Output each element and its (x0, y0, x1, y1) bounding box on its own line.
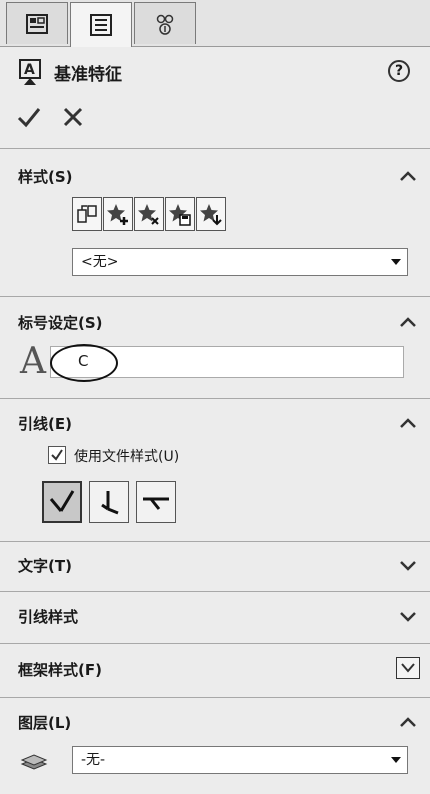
layers-icon (20, 754, 48, 770)
divider (0, 697, 430, 698)
leader-vertical-button[interactable] (89, 481, 129, 523)
leader-perpendicular-button[interactable] (42, 481, 82, 523)
datum-feature-icon: A (19, 59, 41, 85)
style-select-value: <无> (81, 254, 119, 270)
property-list-icon (90, 14, 112, 36)
layer-select-value: -无- (81, 752, 106, 768)
chevron-down-icon[interactable] (398, 558, 418, 572)
chevron-up-icon[interactable] (398, 416, 418, 430)
help-icon[interactable]: ? (388, 60, 410, 82)
save-style-button[interactable] (165, 197, 195, 231)
use-document-style-label: 使用文件样式(U) (74, 449, 180, 465)
load-style-button[interactable] (196, 197, 226, 231)
star-add-icon (107, 204, 128, 225)
tab-property-manager[interactable] (70, 2, 132, 47)
chevron-up-icon[interactable] (398, 315, 418, 329)
divider (0, 148, 430, 149)
divider (0, 398, 430, 399)
star-load-icon (200, 204, 222, 226)
tab-feature-manager[interactable] (6, 2, 68, 44)
divider (0, 643, 430, 644)
divider (0, 541, 430, 542)
dropdown-arrow-icon (391, 259, 401, 265)
leader-horizontal-icon (143, 497, 169, 510)
chevron-up-icon[interactable] (398, 169, 418, 183)
leader-angled-icon (49, 490, 75, 512)
style-select[interactable]: <无> (72, 248, 408, 276)
label-font-icon: A (20, 341, 46, 382)
divider (0, 296, 430, 297)
style-toolbar (72, 197, 227, 233)
dropdown-arrow-icon (391, 757, 401, 763)
update-style-icon (77, 205, 97, 223)
configuration-icon (156, 14, 174, 35)
svg-text:A: A (24, 62, 35, 78)
star-save-icon (169, 204, 191, 226)
add-style-button[interactable] (103, 197, 133, 231)
chevron-down-icon (401, 663, 415, 673)
chevron-down-icon[interactable] (398, 609, 418, 623)
tab-configuration-manager[interactable] (134, 2, 196, 44)
delete-style-button[interactable] (134, 197, 164, 231)
section-title-leader: 引线(E) (18, 415, 72, 433)
leader-horizontal-button[interactable] (136, 481, 176, 523)
panel-tab-bar (0, 0, 430, 47)
section-title-label-settings: 标号设定(S) (18, 314, 103, 332)
section-title-layer: 图层(L) (18, 714, 72, 732)
cancel-x-icon[interactable] (60, 104, 86, 130)
chevron-up-icon[interactable] (398, 715, 418, 729)
label-input-value: C (78, 352, 89, 370)
apply-style-button[interactable] (72, 197, 102, 231)
page-title: 基准特征 (54, 65, 122, 85)
section-title-leader-style: 引线样式 (18, 608, 79, 626)
section-title-text: 文字(T) (18, 557, 72, 575)
frame-style-expand-button[interactable] (396, 657, 420, 679)
check-icon (51, 449, 63, 461)
star-delete-icon (138, 204, 159, 225)
section-title-frame-style: 框架样式(F) (18, 661, 102, 679)
layer-select[interactable]: -无- (72, 746, 408, 774)
use-document-style-checkbox[interactable] (48, 446, 66, 464)
divider (0, 591, 430, 592)
confirm-checkmark-icon[interactable] (16, 104, 42, 130)
section-title-style: 样式(S) (18, 168, 73, 186)
leader-vertical-icon (101, 491, 119, 515)
feature-tree-icon (26, 13, 48, 34)
